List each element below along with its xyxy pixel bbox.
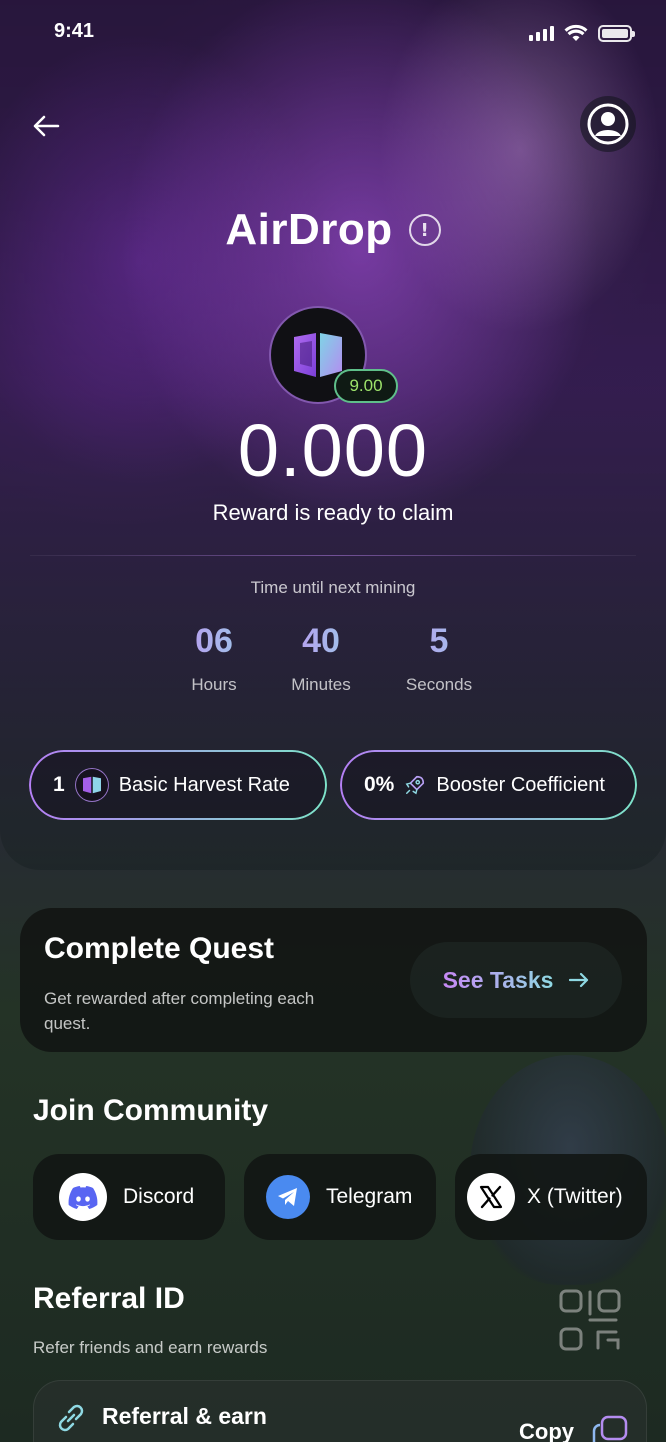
discord-icon [59,1173,107,1221]
timer-minutes: 40 Minutes [261,622,381,695]
seconds-label: Seconds [405,675,473,694]
title-row: AirDrop ! [0,205,666,255]
book-logo-icon [294,333,342,377]
copy-button[interactable]: Copy [519,1419,574,1442]
harvest-rate-pill[interactable]: 1 Basic Harvest Rate [29,750,327,820]
referral-title: Referral ID [33,1282,185,1315]
telegram-label: Telegram [326,1185,413,1208]
booster-coefficient-pill[interactable]: 0% Booster Coefficient [340,750,637,820]
user-icon [587,103,629,145]
booster-label: Booster Coefficient [436,773,605,796]
booster-value: 0% [364,773,395,796]
link-icon [58,1404,84,1432]
minutes-label: Minutes [291,675,351,694]
complete-quest-card: Complete Quest Get rewarded after comple… [20,908,647,1052]
discord-button[interactable]: Discord [33,1154,225,1240]
book-logo-small-icon [74,768,109,802]
copy-icon[interactable] [592,1415,628,1442]
divider [30,555,636,556]
airdrop-hero-card: 9:41 AirDrop ! 9.00 0.000 Reward is read… [0,0,666,870]
discord-label: Discord [123,1185,195,1208]
see-tasks-button[interactable]: See Tasks [410,942,622,1018]
arrow-left-icon [33,115,60,137]
profile-button[interactable] [580,96,636,152]
x-twitter-button[interactable]: X (Twitter) [455,1154,647,1240]
info-icon[interactable]: ! [408,214,441,246]
minutes-value: 40 [261,622,381,661]
referral-card: Referral & earn Copy [33,1380,647,1442]
status-icons [529,24,635,42]
signal-icon [529,25,554,41]
harvest-value: 1 [53,773,65,796]
referral-subtitle: Refer friends and earn rewards [33,1338,268,1357]
page-title: AirDrop [225,205,393,254]
next-mining-label: Time until next mining [250,578,416,597]
x-icon [467,1173,515,1221]
x-twitter-label: X (Twitter) [527,1185,623,1208]
seconds-value: 5 [379,622,499,661]
status-time: 9:41 [54,20,95,42]
back-button[interactable] [28,108,64,144]
quest-subtitle: Get rewarded after completing each quest… [44,989,315,1033]
harvest-label: Basic Harvest Rate [118,773,290,796]
timer-seconds: 5 Seconds [379,622,499,695]
battery-icon [598,24,635,42]
telegram-button[interactable]: Telegram [244,1154,436,1240]
reward-status[interactable]: Reward is ready to claim [0,500,666,526]
arrow-right-icon [569,972,589,988]
hours-value: 06 [154,622,274,661]
see-tasks-label: See Tasks [442,966,554,993]
wifi-icon [564,24,588,41]
community-title: Join Community [33,1094,269,1127]
referral-card-label: Referral & earn [102,1403,267,1429]
quest-title: Complete Quest [44,932,275,965]
timer-hours: 06 Hours [154,622,274,695]
status-bar: 9:41 [0,0,666,70]
qr-code-icon[interactable] [558,1288,622,1352]
hours-label: Hours [191,675,237,694]
token-badge: 9.00 [334,369,398,403]
reward-amount: 0.000 [237,409,429,492]
rocket-icon [405,775,425,795]
telegram-icon [266,1175,310,1219]
